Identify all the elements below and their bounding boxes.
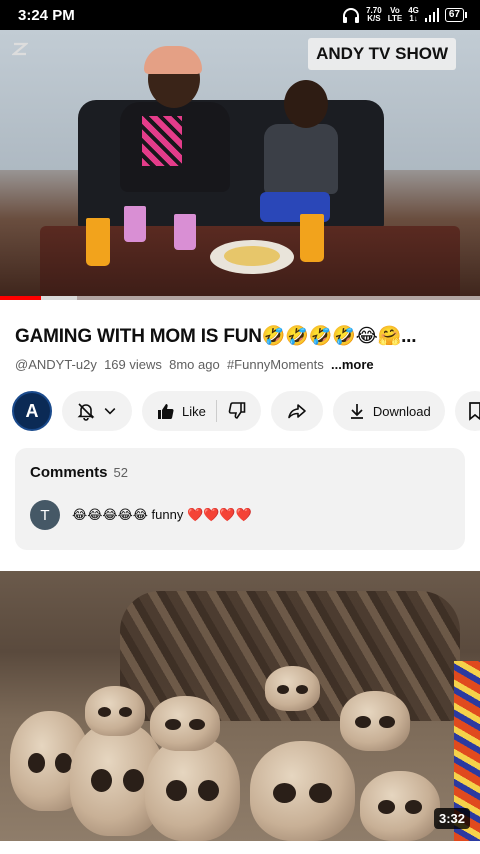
- minimize-icon[interactable]: [10, 42, 30, 59]
- thumbnail-skull: [360, 771, 440, 841]
- download-icon: [350, 404, 363, 419]
- network-speed: 7.70 K/S: [366, 7, 382, 23]
- hashtag[interactable]: #FunnyMoments: [227, 357, 324, 372]
- download-label: Download: [372, 403, 431, 419]
- video-frame-glass: [86, 218, 110, 266]
- bookmark-icon: [468, 402, 480, 421]
- comments-panel[interactable]: Comments 52 T 😂😂😂😂😂 funny ❤️❤️❤️❤️: [15, 448, 465, 550]
- status-time: 3:24 PM: [18, 6, 75, 24]
- thumbnail-skull: [150, 696, 220, 751]
- commenter-avatar: T: [30, 500, 60, 530]
- video-info-panel: GAMING WITH MOM IS FUN🤣🤣🤣🤣😂🤗... @ANDYT-u…: [0, 300, 480, 568]
- status-icons: 7.70 K/S Vo LTE 4G 1↓ 67: [342, 7, 468, 23]
- video-frame-woman: [120, 46, 230, 210]
- thumbnail-skull: [85, 686, 145, 736]
- subscribe-notifications-button[interactable]: [62, 391, 132, 431]
- battery-indicator: 67: [444, 8, 468, 22]
- channel-watermark: ANDY TV SHOW: [308, 38, 456, 70]
- network-type-bottom: 1↓: [409, 14, 418, 23]
- video-title[interactable]: GAMING WITH MOM IS FUN🤣🤣🤣🤣😂🤗...: [15, 324, 417, 348]
- video-frame-glass: [300, 214, 324, 262]
- thumbnail-skull: [145, 736, 240, 841]
- video-meta[interactable]: @ANDYT-u2y 169 views 8mo ago #FunnyMomen…: [15, 357, 374, 372]
- next-video-thumbnail[interactable]: 3:32: [0, 571, 480, 841]
- video-duration-badge: 3:32: [433, 808, 470, 829]
- volte-indicator: Vo LTE: [388, 7, 403, 23]
- action-bar: A Like Download: [12, 390, 480, 432]
- network-type: 4G 1↓: [408, 7, 419, 23]
- save-button[interactable]: [454, 391, 480, 431]
- thumbs-up-icon[interactable]: [156, 401, 176, 421]
- more-link[interactable]: ...more: [331, 357, 374, 372]
- comments-heading: Comments 52: [30, 464, 128, 481]
- comments-count: 52: [113, 465, 128, 480]
- commenter-avatar-letter: T: [40, 506, 50, 524]
- status-bar: 3:24 PM 7.70 K/S Vo LTE 4G 1↓ 67: [0, 0, 480, 30]
- volte-bottom: LTE: [387, 14, 403, 23]
- video-frame-cup: [174, 214, 196, 250]
- top-comment[interactable]: T 😂😂😂😂😂 funny ❤️❤️❤️❤️: [30, 500, 252, 530]
- signal-icon: [424, 8, 439, 22]
- video-player[interactable]: ANDY TV SHOW: [0, 30, 480, 300]
- video-frame-cup: [124, 206, 146, 242]
- share-icon: [288, 404, 306, 419]
- channel-avatar[interactable]: A: [12, 391, 52, 431]
- view-count: 169 views: [104, 357, 162, 372]
- network-speed-unit: K/S: [367, 14, 381, 23]
- upload-age: 8mo ago: [169, 357, 220, 372]
- share-button[interactable]: [270, 391, 323, 431]
- video-frame-boy: [250, 80, 340, 230]
- comments-title: Comments: [30, 464, 108, 481]
- bell-off-icon: [77, 403, 95, 421]
- chevron-down-icon: [104, 408, 116, 415]
- download-button[interactable]: Download: [332, 391, 445, 431]
- comment-text: 😂😂😂😂😂 funny ❤️❤️❤️❤️: [72, 507, 252, 522]
- headphones-icon: [343, 8, 360, 23]
- video-frame-plate: [210, 240, 294, 274]
- thumbnail-skull: [265, 666, 320, 711]
- like-label[interactable]: Like: [182, 404, 206, 419]
- channel-handle: @ANDYT-u2y: [15, 357, 97, 372]
- channel-avatar-letter: A: [25, 400, 39, 421]
- thumbnail-skull: [340, 691, 410, 751]
- like-divider: [215, 400, 217, 422]
- like-dislike-group: Like: [142, 391, 261, 431]
- thumbnail-skull: [250, 741, 355, 841]
- thumbs-down-icon[interactable]: [227, 401, 247, 421]
